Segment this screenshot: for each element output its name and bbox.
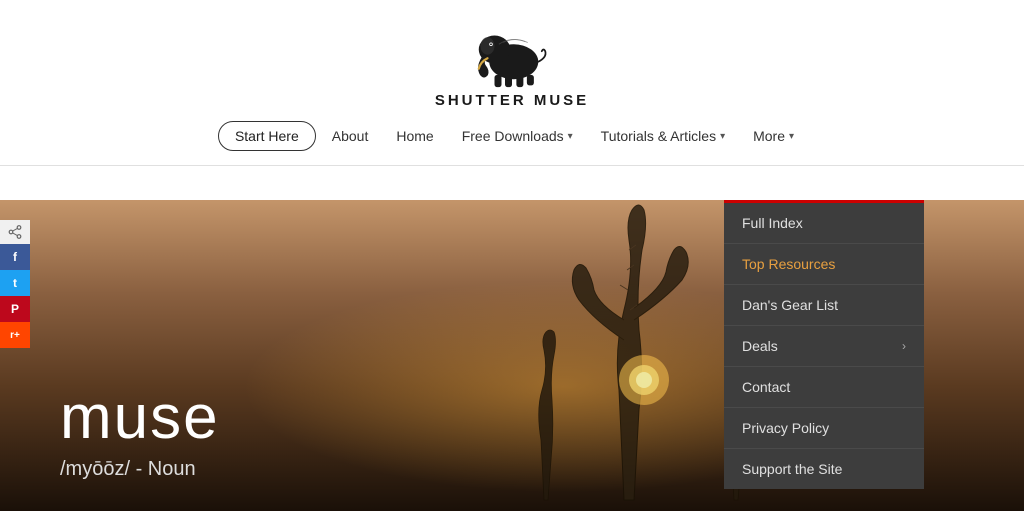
main-nav: Start Here About Home Free Downloads ▾ T… bbox=[0, 121, 1024, 166]
pinterest-share-button[interactable]: P bbox=[0, 296, 30, 322]
reddit-icon: r+ bbox=[10, 330, 20, 341]
dropdown-item-top-resources[interactable]: Top Resources bbox=[724, 244, 924, 285]
facebook-icon: f bbox=[13, 250, 17, 264]
nav-item-home[interactable]: Home bbox=[384, 122, 445, 150]
logo-area: SHUTTER MUSE bbox=[435, 18, 589, 109]
twitter-icon: t bbox=[13, 276, 17, 290]
dropdown-item-full-index[interactable]: Full Index bbox=[724, 203, 924, 244]
chevron-down-icon: ▾ bbox=[720, 131, 725, 142]
share-icon[interactable] bbox=[0, 220, 30, 244]
hero-text-area: muse /myōōz/ - Noun bbox=[60, 384, 220, 481]
elephant-logo-icon bbox=[467, 18, 557, 88]
pinterest-icon: P bbox=[11, 302, 19, 316]
dropdown-item-contact[interactable]: Contact bbox=[724, 367, 924, 408]
dropdown-item-support-site[interactable]: Support the Site bbox=[724, 449, 924, 489]
site-title: SHUTTER MUSE bbox=[435, 92, 589, 109]
more-dropdown-menu: Full Index Top Resources Dan's Gear List… bbox=[724, 200, 924, 489]
nav-item-about[interactable]: About bbox=[320, 122, 381, 150]
hero-word: muse bbox=[60, 384, 220, 452]
start-here-button[interactable]: Start Here bbox=[218, 121, 316, 151]
chevron-right-icon: › bbox=[902, 339, 906, 353]
hero-phonetic: /myōōz/ - Noun bbox=[60, 458, 220, 481]
social-sidebar: f t P r+ bbox=[0, 220, 30, 348]
chevron-down-icon: ▾ bbox=[568, 131, 573, 142]
facebook-share-button[interactable]: f bbox=[0, 244, 30, 270]
dropdown-item-dans-gear-list[interactable]: Dan's Gear List bbox=[724, 285, 924, 326]
dropdown-item-privacy-policy[interactable]: Privacy Policy bbox=[724, 408, 924, 449]
header: SHUTTER MUSE Start Here About Home Free … bbox=[0, 0, 1024, 166]
dropdown-item-deals[interactable]: Deals › bbox=[724, 326, 924, 367]
nav-item-tutorials[interactable]: Tutorials & Articles ▾ bbox=[589, 122, 737, 150]
reddit-share-button[interactable]: r+ bbox=[0, 322, 30, 348]
nav-item-more[interactable]: More ▾ bbox=[741, 122, 806, 150]
nav-item-free-downloads[interactable]: Free Downloads ▾ bbox=[450, 122, 585, 150]
chevron-down-icon: ▾ bbox=[789, 131, 794, 142]
twitter-share-button[interactable]: t bbox=[0, 270, 30, 296]
